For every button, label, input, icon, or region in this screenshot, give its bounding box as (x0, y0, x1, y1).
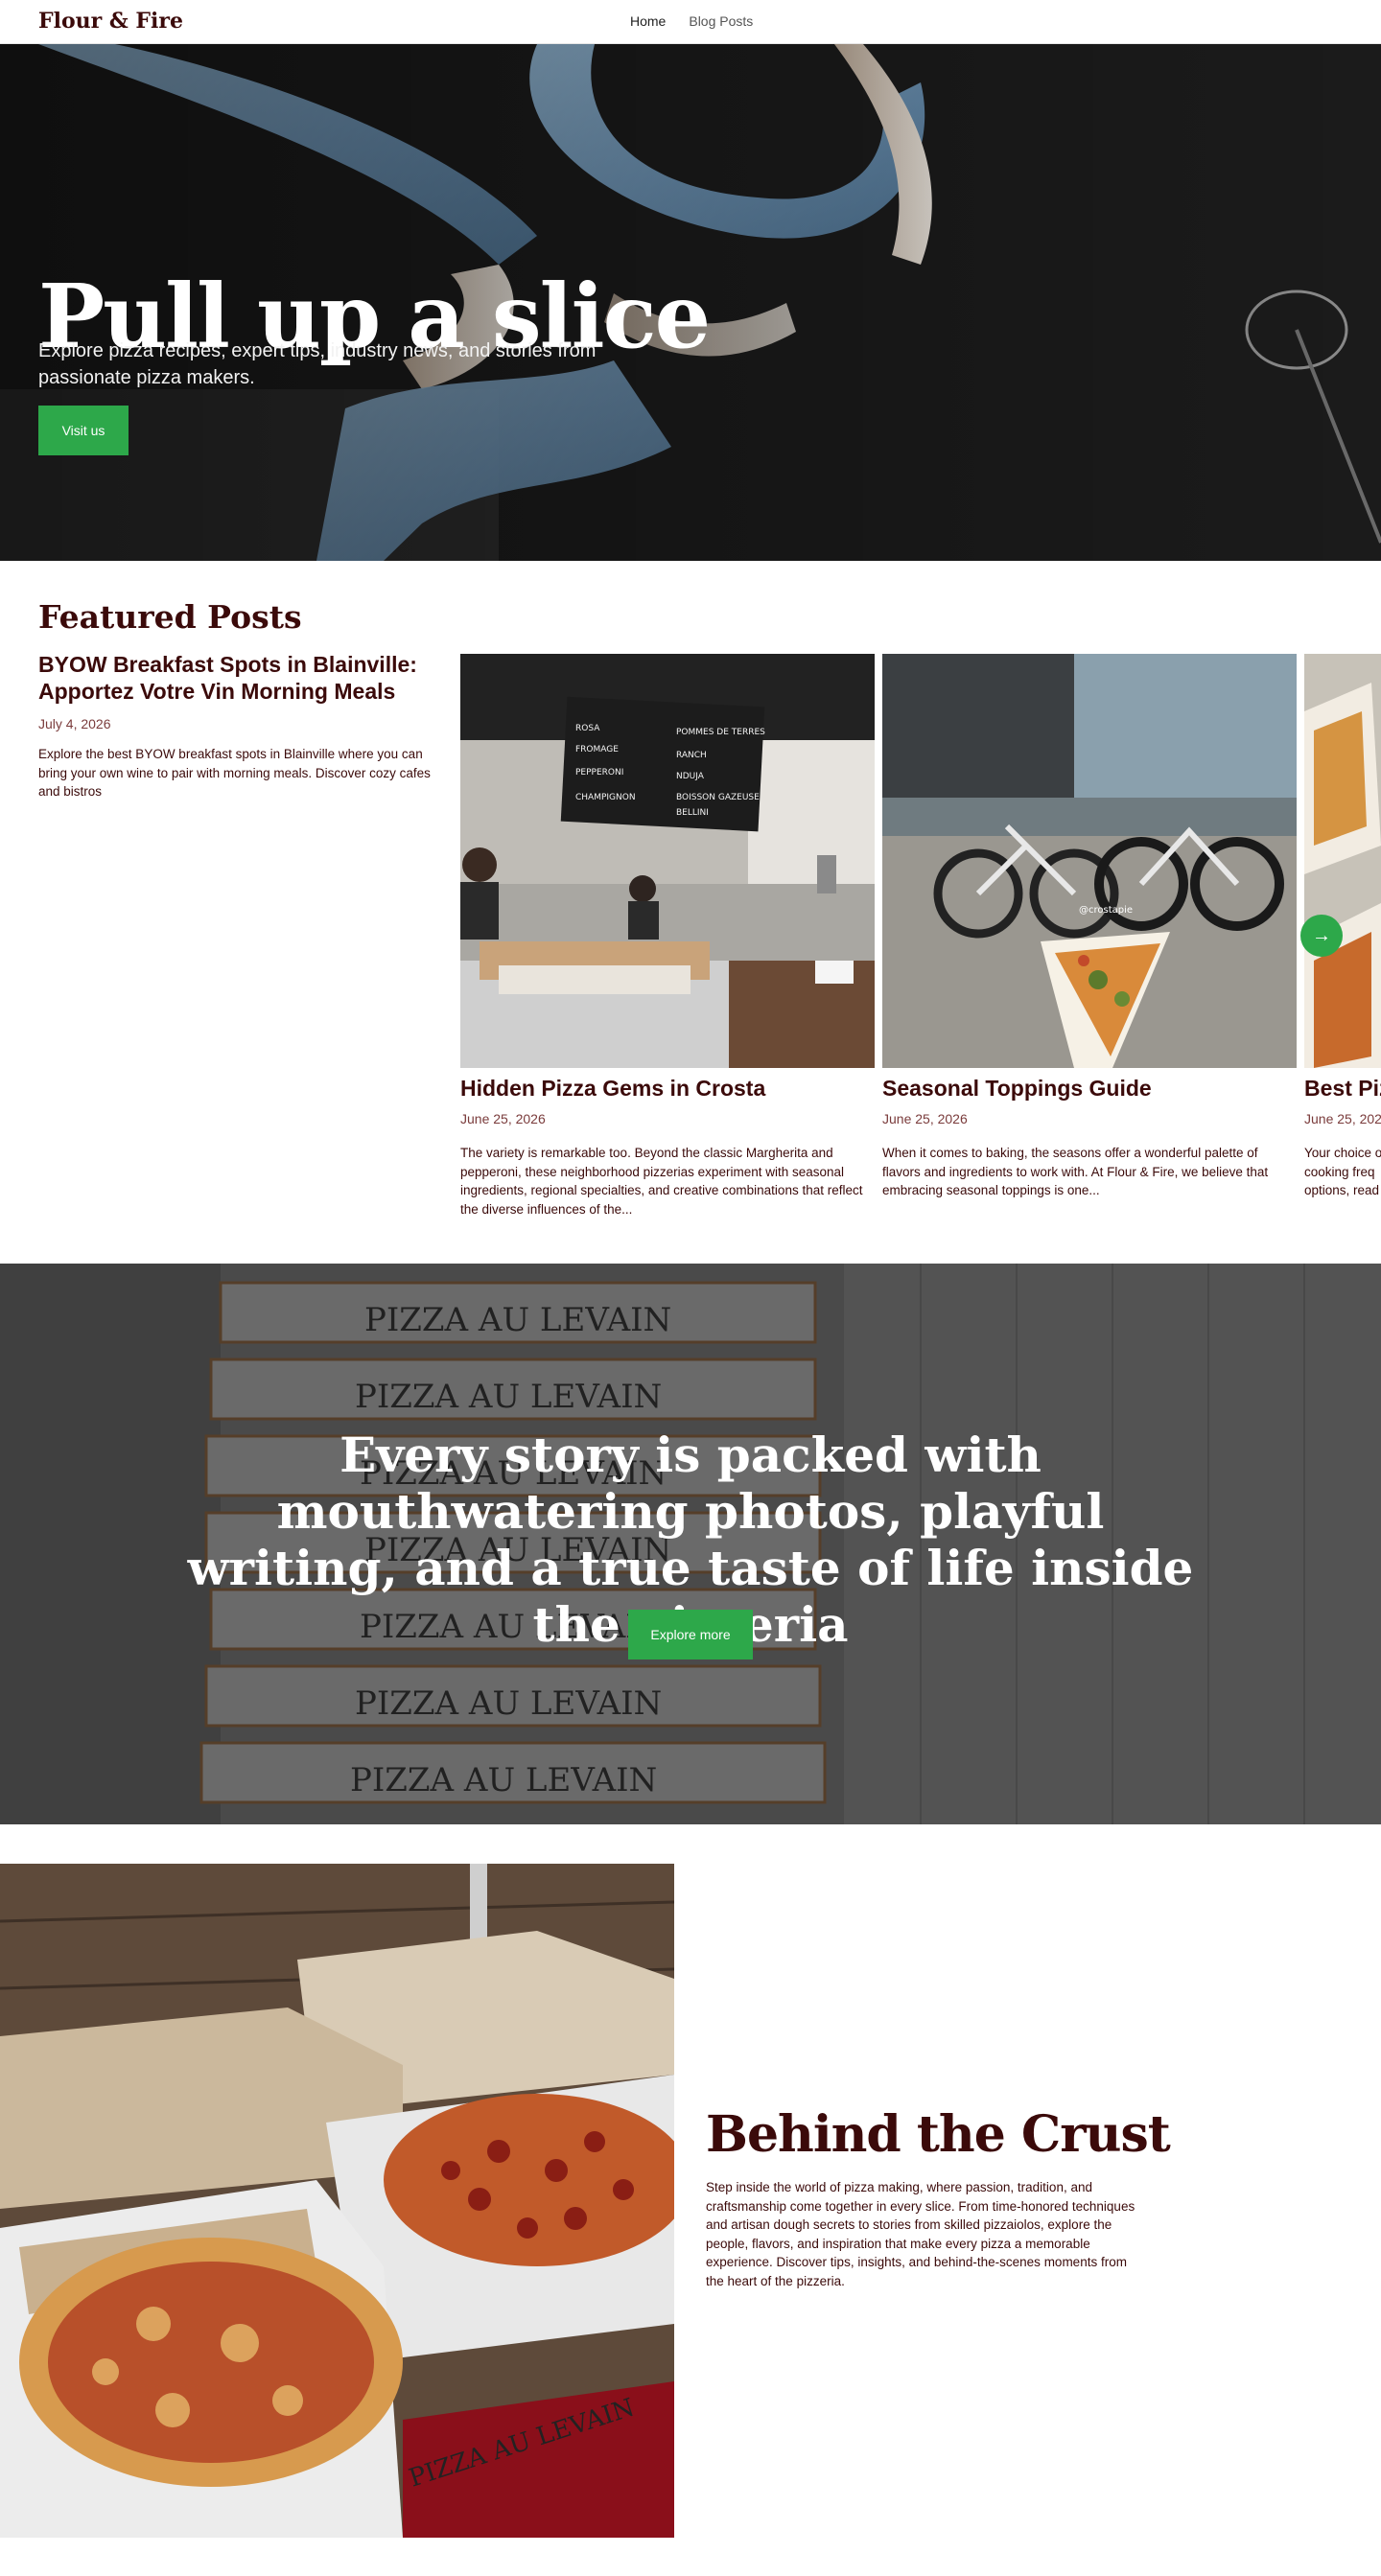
post-card-excerpt: The variety is remarkable too. Beyond th… (460, 1146, 863, 1217)
svg-text:FROMAGE: FROMAGE (575, 745, 619, 754)
post-card-date: June 25, 2026 (882, 1111, 968, 1126)
post-card-image[interactable]: ROSA FROMAGE PEPPERONI CHAMPIGNON POMMES… (460, 654, 875, 1068)
story-banner: PIZZA AU LEVAIN PIZZA AU LEVAIN PIZZA AU… (0, 1264, 1381, 1824)
nav-link-home[interactable]: Home (630, 13, 666, 29)
post-card-date: June 25, 2026 (460, 1111, 546, 1126)
post-card-excerpt: When it comes to baking, the seasons off… (882, 1146, 1269, 1198)
lead-post-excerpt: Explore the best BYOW breakfast spots in… (38, 747, 431, 800)
featured-carousel: ROSA FROMAGE PEPPERONI CHAMPIGNON POMMES… (460, 654, 1381, 1229)
pizzas-in-boxes-image: PIZZA AU LEVAIN (0, 1864, 674, 2538)
lead-post-title[interactable]: BYOW Breakfast Spots in Blainville: Appo… (38, 652, 441, 705)
post-card-title[interactable]: Seasonal Toppings Guide (882, 1076, 1297, 1102)
svg-text:POMMES DE TERRES: POMMES DE TERRES (676, 728, 765, 737)
nav-link-blog-posts[interactable]: Blog Posts (689, 13, 753, 29)
svg-text:ROSA: ROSA (575, 724, 600, 733)
featured-posts-heading: Featured Posts (38, 598, 302, 636)
hero-section: Pull up a slice (0, 44, 1381, 561)
featured-lead-post[interactable]: BYOW Breakfast Spots in Blainville: Appo… (38, 652, 441, 801)
pizzeria-counter-image: ROSA FROMAGE PEPPERONI CHAMPIGNON POMMES… (460, 654, 875, 1068)
post-card[interactable]: @crostapie Seasonal Toppings Guide June … (882, 654, 1297, 1200)
behind-the-crust-image: PIZZA AU LEVAIN (0, 1864, 674, 2538)
visit-us-button[interactable]: Visit us (38, 406, 129, 455)
post-card-image[interactable] (1304, 654, 1381, 1068)
post-card-title[interactable]: Best Pizza (1304, 1076, 1381, 1102)
svg-text:RANCH: RANCH (676, 751, 707, 760)
hero-subtitle: Explore pizza recipes, expert tips, indu… (38, 340, 597, 388)
svg-text:PEPPERONI: PEPPERONI (575, 768, 623, 777)
photo-watermark: @crostapie (1079, 905, 1133, 916)
post-card-image[interactable]: @crostapie (882, 654, 1297, 1068)
pizza-box-image (1304, 654, 1381, 1068)
post-card-date: June 25, 2026 (1304, 1111, 1381, 1126)
explore-more-button[interactable]: Explore more (628, 1610, 753, 1659)
post-card-title[interactable]: Hidden Pizza Gems in Crosta (460, 1076, 875, 1102)
lead-post-date: July 4, 2026 (38, 716, 111, 732)
post-card-excerpt: Your choice of cooking freq options, rea… (1304, 1146, 1381, 1198)
behind-the-crust-title: Behind the Crust (706, 2105, 1171, 2164)
arrow-right-icon: → (1312, 924, 1331, 946)
svg-text:BOISSON GAZEUSE: BOISSON GAZEUSE (676, 793, 760, 802)
carousel-next-button[interactable]: → (1300, 915, 1343, 957)
nav-links: Home Blog Posts (630, 13, 753, 29)
top-nav: Flour & Fire Home Blog Posts (0, 0, 1381, 44)
svg-text:BELLINI: BELLINI (676, 808, 709, 818)
bikes-and-slice-image: @crostapie (882, 654, 1297, 1068)
svg-text:CHAMPIGNON: CHAMPIGNON (575, 793, 636, 802)
post-card[interactable]: ROSA FROMAGE PEPPERONI CHAMPIGNON POMMES… (460, 654, 875, 1218)
brand-logo[interactable]: Flour & Fire (38, 9, 183, 34)
behind-the-crust-text: Step inside the world of pizza making, w… (706, 2180, 1135, 2288)
svg-text:NDUJA: NDUJA (676, 772, 705, 781)
